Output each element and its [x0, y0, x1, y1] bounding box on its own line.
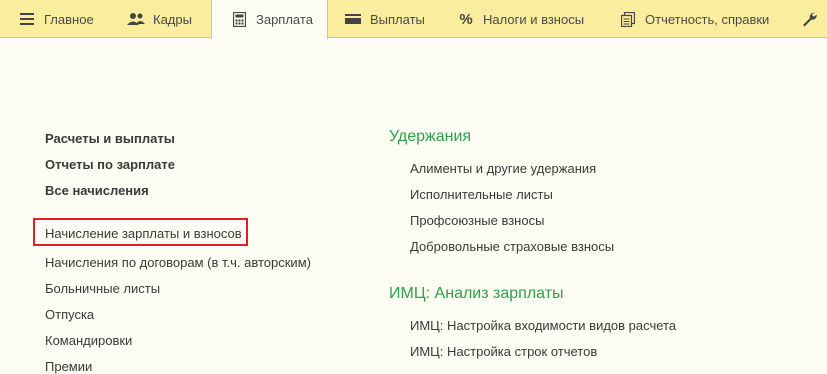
- link-bonuses[interactable]: Премии: [45, 359, 92, 374]
- group-title-deductions: Удержания: [389, 128, 472, 145]
- link-calc-type-inclusion-settings[interactable]: ИМЦ: Настройка входимости видов расчета: [410, 318, 676, 333]
- tab-salary-label: Зарплата: [256, 12, 313, 27]
- documents-icon: [619, 11, 637, 27]
- tab-taxes-label: Налоги и взносы: [483, 11, 585, 27]
- tab-settings[interactable]: [800, 0, 826, 38]
- link-sick-leaves[interactable]: Больничные листы: [45, 281, 160, 296]
- link-business-trips[interactable]: Командировки: [45, 333, 132, 348]
- link-contract-accruals[interactable]: Начисления по договорам (в т.ч. авторски…: [45, 255, 311, 270]
- group-title-salary-analysis: ИМЦ: Анализ зарплаты: [389, 285, 564, 302]
- link-calculations-and-payments[interactable]: Расчеты и выплаты: [45, 131, 175, 146]
- tab-personnel[interactable]: Кадры: [127, 0, 192, 38]
- link-writs-of-execution[interactable]: Исполнительные листы: [410, 187, 553, 202]
- link-union-dues[interactable]: Профсоюзные взносы: [410, 213, 544, 228]
- link-report-rows-settings[interactable]: ИМЦ: Настройка строк отчетов: [410, 344, 597, 359]
- tab-salary[interactable]: Зарплата: [211, 0, 328, 39]
- tab-personnel-label: Кадры: [153, 11, 192, 27]
- link-voluntary-insurance[interactable]: Добровольные страховые взносы: [410, 239, 614, 254]
- top-navigation-bar: Главное Кадры Зарплата Выплаты % Налоги …: [0, 0, 827, 39]
- percent-icon: %: [459, 10, 473, 28]
- tab-main[interactable]: Главное: [18, 0, 94, 38]
- tab-payments[interactable]: Выплаты: [344, 0, 425, 38]
- tab-reports-label: Отчетность, справки: [645, 11, 770, 27]
- link-all-accruals[interactable]: Все начисления: [45, 183, 149, 198]
- wallet-icon: [344, 11, 362, 27]
- calculator-icon: [230, 12, 248, 28]
- link-alimony-and-other-deductions[interactable]: Алименты и другие удержания: [410, 161, 596, 176]
- tab-taxes[interactable]: % Налоги и взносы: [457, 0, 584, 38]
- tab-reports[interactable]: Отчетность, справки: [619, 0, 769, 38]
- link-salary-reports[interactable]: Отчеты по зарплате: [45, 157, 175, 172]
- people-icon: [127, 11, 145, 27]
- hamburger-icon: [18, 11, 36, 27]
- link-vacations[interactable]: Отпуска: [45, 307, 94, 322]
- tab-main-label: Главное: [44, 11, 94, 27]
- highlight-box: [33, 218, 248, 246]
- wrench-icon: [800, 11, 818, 27]
- tab-payments-label: Выплаты: [370, 11, 425, 27]
